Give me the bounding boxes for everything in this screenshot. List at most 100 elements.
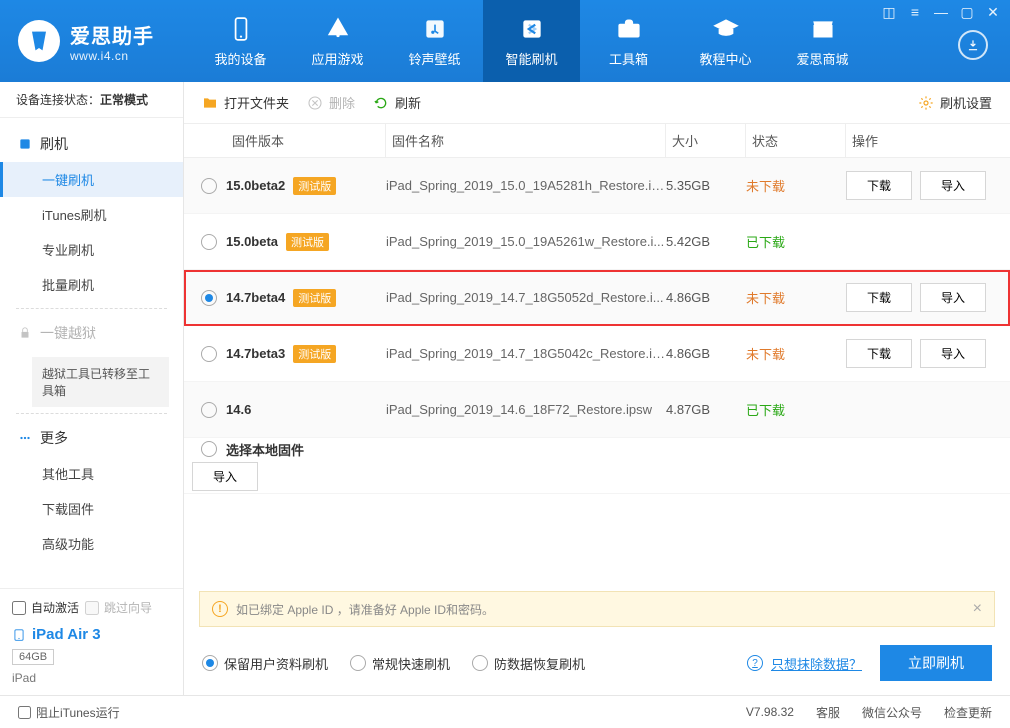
maximize-icon[interactable]: ▢	[960, 5, 974, 19]
nav-apps[interactable]: 应用游戏	[289, 0, 386, 82]
flash-icon	[518, 15, 546, 43]
sidebar-item-itunes[interactable]: iTunes刷机	[0, 197, 183, 232]
graduation-icon	[712, 15, 740, 43]
sidebar-item-other[interactable]: 其他工具	[0, 456, 183, 491]
check-update[interactable]: 检查更新	[944, 704, 992, 721]
customer-service[interactable]: 客服	[816, 704, 840, 721]
import-button[interactable]: 导入	[920, 283, 986, 312]
col-ops: 操作	[846, 124, 1010, 157]
side-group-jailbreak: 一键越狱	[0, 315, 183, 351]
side-group-more[interactable]: 更多	[0, 420, 183, 456]
firmware-row[interactable]: 14.7beta4测试版 iPad_Spring_2019_14.7_18G50…	[184, 270, 1010, 326]
local-label: 选择本地固件	[226, 440, 304, 459]
nav-flash[interactable]: 智能刷机	[483, 0, 580, 82]
firmware-row[interactable]: 15.0beta2 测试版 iPad_Spring_2019_15.0_19A52…	[184, 158, 1010, 214]
row-radio[interactable]	[201, 441, 217, 457]
erase-link[interactable]: 只想抹除数据？	[747, 654, 862, 673]
firmware-row[interactable]: 14.7beta3测试版 iPad_Spring_2019_14.7_18G50…	[184, 326, 1010, 382]
ringtone-icon	[421, 15, 449, 43]
opt-anti-degrade[interactable]: 防数据恢复刷机	[472, 654, 585, 673]
col-size: 大小	[666, 124, 746, 157]
side-group-flash[interactable]: 刷机	[0, 126, 183, 162]
col-status: 状态	[746, 124, 846, 157]
more-icon	[18, 431, 32, 445]
sidebar-item-adv[interactable]: 高级功能	[0, 526, 183, 561]
fw-version: 14.6	[226, 402, 251, 417]
import-button[interactable]: 导入	[920, 171, 986, 200]
version-label: V7.98.32	[746, 705, 794, 719]
skip-guide-check[interactable]: 跳过向导	[85, 599, 152, 616]
brand-url: www.i4.cn	[70, 49, 154, 63]
fw-status: 已下载	[746, 232, 846, 251]
fw-version: 14.7beta4	[226, 290, 285, 305]
import-button[interactable]: 导入	[192, 462, 258, 491]
sidebar: 设备连接状态：正常模式 刷机 一键刷机 iTunes刷机 专业刷机 批量刷机 一…	[0, 82, 184, 695]
flash-now-button[interactable]: 立即刷机	[880, 645, 992, 681]
fw-size: 5.35GB	[666, 178, 746, 193]
flash-settings-btn[interactable]: 刷机设置	[918, 93, 992, 112]
fw-status: 未下载	[746, 288, 846, 307]
status-bar: 阻止iTunes运行 V7.98.32 客服 微信公众号 检查更新	[0, 695, 1010, 728]
download-button[interactable]: 下载	[846, 283, 912, 312]
beta-tag: 测试版	[293, 345, 336, 363]
firmware-row-local[interactable]: 选择本地固件 导入	[184, 438, 1010, 494]
lock-icon	[18, 326, 32, 340]
fw-status: 未下载	[746, 176, 846, 195]
block-itunes-check[interactable]: 阻止iTunes运行	[18, 704, 120, 721]
row-radio[interactable]	[201, 234, 217, 250]
folder-icon	[202, 95, 218, 111]
close-icon[interactable]: ✕	[986, 5, 1000, 19]
download-button[interactable]: 下载	[846, 171, 912, 200]
connection-status: 设备连接状态：正常模式	[0, 82, 183, 118]
download-button[interactable]: 下载	[846, 339, 912, 368]
fw-version: 15.0beta	[226, 234, 278, 249]
device-model: iPad	[12, 671, 171, 685]
content-area: 设备连接状态：正常模式 刷机 一键刷机 iTunes刷机 专业刷机 批量刷机 一…	[0, 82, 1010, 695]
nav-my-device[interactable]: 我的设备	[192, 0, 289, 82]
firmware-row[interactable]: 15.0beta测试版 iPad_Spring_2019_15.0_19A526…	[184, 214, 1010, 270]
sidebar-item-download[interactable]: 下载固件	[0, 491, 183, 526]
shop-icon	[809, 15, 837, 43]
beta-tag: 测试版	[293, 177, 336, 195]
refresh-btn[interactable]: 刷新	[373, 93, 421, 112]
row-radio[interactable]	[201, 178, 217, 194]
minimize-icon[interactable]: —	[934, 5, 948, 19]
row-radio[interactable]	[201, 402, 217, 418]
storage-badge: 64GB	[12, 649, 54, 665]
download-center-icon[interactable]	[958, 30, 988, 60]
top-navbar: 爱思助手 www.i4.cn 我的设备 应用游戏 铃声壁纸 智能刷机 工具箱 教…	[0, 0, 1010, 82]
fw-filename: iPad_Spring_2019_14.7_18G5042c_Restore.i…	[386, 346, 666, 361]
row-radio[interactable]	[201, 346, 217, 362]
skin-icon[interactable]: ◫	[882, 5, 896, 19]
warning-close-icon[interactable]: ×	[973, 600, 982, 618]
fw-version: 15.0beta2	[226, 178, 285, 193]
device-name[interactable]: iPad Air 3	[12, 626, 171, 643]
nav-shop[interactable]: 爱思商城	[774, 0, 871, 82]
nav-wallpaper[interactable]: 铃声壁纸	[386, 0, 483, 82]
menu-icon[interactable]: ≡	[908, 5, 922, 19]
wechat-link[interactable]: 微信公众号	[862, 704, 922, 721]
row-radio[interactable]	[201, 290, 217, 306]
auto-activate-check[interactable]: 自动激活	[12, 599, 79, 616]
device-info: 自动激活 跳过向导 iPad Air 3 64GB iPad	[0, 588, 183, 695]
fw-filename: iPad_Spring_2019_14.6_18F72_Restore.ipsw	[386, 402, 666, 417]
sidebar-item-oneclick[interactable]: 一键刷机	[0, 162, 183, 197]
firmware-row[interactable]: 14.6 iPad_Spring_2019_14.6_18F72_Restore…	[184, 382, 1010, 438]
col-version: 固件版本	[226, 124, 386, 157]
sidebar-item-pro[interactable]: 专业刷机	[0, 232, 183, 267]
logo: 爱思助手 www.i4.cn	[0, 0, 192, 82]
sidebar-item-batch[interactable]: 批量刷机	[0, 267, 183, 302]
toolbox-icon	[615, 15, 643, 43]
import-button[interactable]: 导入	[920, 339, 986, 368]
firmware-list: 15.0beta2 测试版 iPad_Spring_2019_15.0_19A52…	[184, 158, 1010, 583]
opt-keep-data[interactable]: 保留用户资料刷机	[202, 654, 328, 673]
warning-icon: !	[212, 601, 228, 617]
fw-filename: iPad_Spring_2019_15.0_19A5281h_Restore.i…	[386, 178, 666, 193]
nav-toolbox[interactable]: 工具箱	[580, 0, 677, 82]
beta-tag: 测试版	[293, 289, 336, 307]
logo-icon	[18, 20, 60, 62]
gear-icon	[918, 95, 934, 111]
opt-normal[interactable]: 常规快速刷机	[350, 654, 450, 673]
nav-tutorial[interactable]: 教程中心	[677, 0, 774, 82]
open-folder-btn[interactable]: 打开文件夹	[202, 93, 289, 112]
